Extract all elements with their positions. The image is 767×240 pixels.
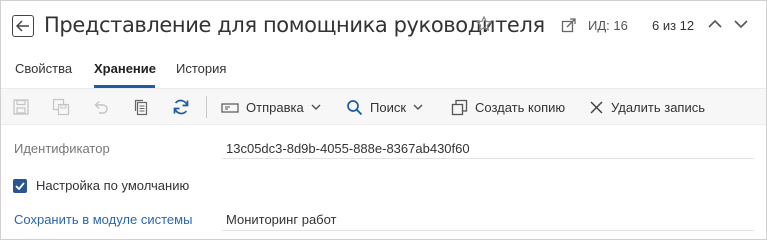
default-setting-row: Настройка по умолчанию [1, 177, 766, 197]
create-copy-label: Создать копию [475, 100, 566, 115]
send-label: Отправка [246, 100, 304, 115]
refresh-icon[interactable] [172, 98, 190, 116]
chevron-down-icon [311, 104, 321, 111]
copy-document-icon[interactable] [132, 98, 150, 116]
search-dropdown-button[interactable]: Поиск [346, 89, 423, 126]
toolbar: Отправка Поиск Создать копию Удалить зап… [1, 88, 766, 125]
record-id: ИД: 16 [588, 18, 628, 33]
toolbar-separator [206, 96, 207, 118]
delete-record-button[interactable]: Удалить запись [589, 89, 705, 126]
tab-bar: Свойства Хранение История [1, 53, 766, 88]
record-window: Представление для помощника руководителя… [0, 0, 767, 240]
search-icon [347, 100, 363, 116]
save-module-underline [222, 230, 754, 231]
save-module-row: Сохранить в модуле системы Мониторинг ра… [1, 211, 766, 231]
back-button[interactable] [12, 15, 34, 37]
chevron-down-icon[interactable] [734, 19, 748, 29]
open-in-new-window-icon[interactable] [561, 17, 577, 33]
create-copy-button[interactable]: Создать копию [451, 89, 565, 126]
tab-properties[interactable]: Свойства [15, 61, 72, 76]
default-setting-checkbox[interactable] [13, 179, 27, 193]
chevron-up-icon[interactable] [708, 19, 722, 29]
save-and-close-icon[interactable] [52, 98, 70, 116]
arrow-left-icon [16, 20, 29, 32]
identifier-row: Идентификатор 13c05dc3-8d9b-4055-888e-83… [1, 140, 766, 160]
duplicate-icon [451, 99, 468, 116]
undo-icon[interactable] [92, 98, 110, 116]
send-icon [221, 102, 239, 113]
page-title: Представление для помощника руководителя [44, 13, 545, 37]
save-module-value[interactable]: Мониторинг работ [226, 212, 337, 227]
identifier-value[interactable]: 13c05dc3-8d9b-4055-888e-8367ab430f60 [226, 141, 470, 156]
send-dropdown-button[interactable]: Отправка [221, 89, 321, 126]
tab-history[interactable]: История [176, 61, 226, 76]
chevron-down-icon [413, 104, 423, 111]
checkmark-icon [15, 182, 25, 190]
default-setting-label[interactable]: Настройка по умолчанию [36, 178, 189, 193]
delete-record-label: Удалить запись [611, 100, 706, 115]
record-pager: 6 из 12 [652, 18, 695, 33]
close-icon [590, 101, 603, 114]
star-icon[interactable] [475, 15, 493, 33]
search-label: Поиск [370, 100, 407, 115]
save-icon[interactable] [12, 98, 30, 116]
record-header: Представление для помощника руководителя… [1, 1, 766, 53]
identifier-label: Идентификатор [14, 141, 110, 156]
tab-storage[interactable]: Хранение [94, 61, 156, 76]
identifier-underline [222, 158, 754, 159]
save-module-link[interactable]: Сохранить в модуле системы [14, 212, 192, 227]
